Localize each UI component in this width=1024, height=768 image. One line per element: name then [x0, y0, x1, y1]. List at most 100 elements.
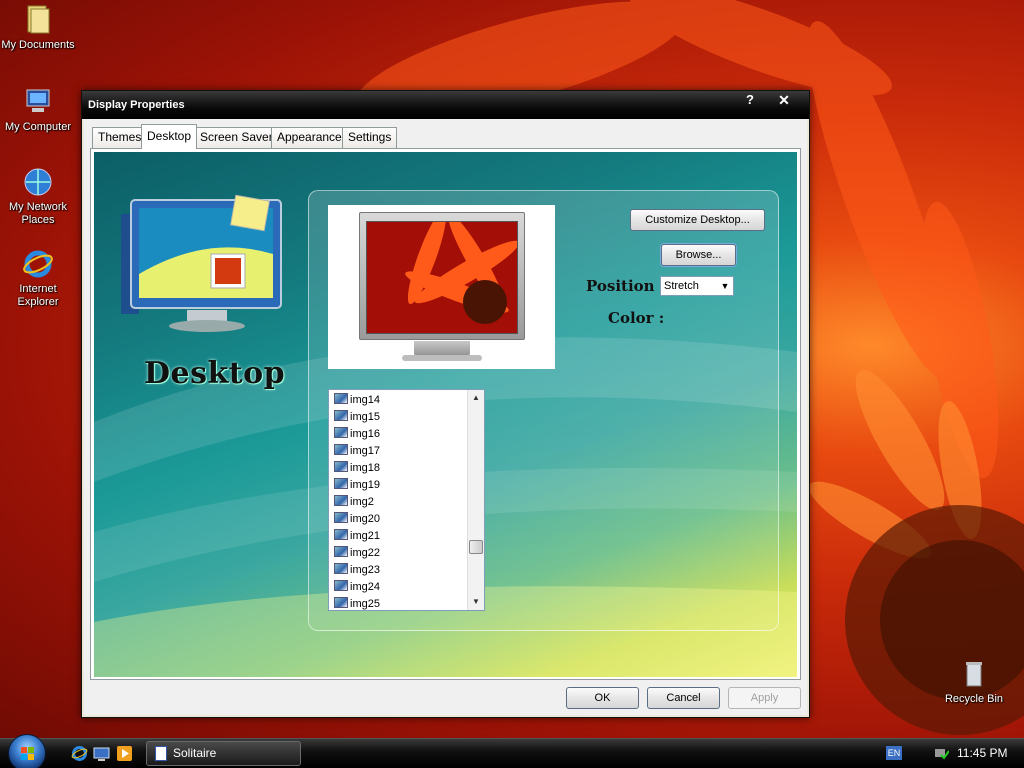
preview-monitor: [359, 212, 525, 340]
windows-logo-icon: [21, 747, 34, 760]
safely-remove-hardware-icon[interactable]: [933, 745, 950, 761]
language-indicator[interactable]: EN: [886, 746, 902, 760]
scroll-up-icon[interactable]: ▲: [468, 390, 484, 406]
dialog-title: Display Properties: [88, 99, 185, 111]
color-label: Color :: [608, 309, 665, 327]
dialog-body: Themes Desktop Screen Saver Appearance S…: [84, 119, 807, 715]
background-preview: [328, 205, 555, 369]
ie-quicklaunch-icon[interactable]: [71, 745, 88, 762]
background-list-item-label: img14: [350, 394, 380, 406]
image-thumbnail-icon: [334, 410, 348, 421]
background-list-item-label: img23: [350, 564, 380, 576]
help-button[interactable]: ?: [738, 93, 762, 109]
tab-screen-saver[interactable]: Screen Saver: [194, 127, 279, 148]
desktop-icon-label: My Network Places: [8, 201, 68, 226]
dialog-titlebar[interactable]: Display Properties ? ✕: [82, 91, 809, 119]
ok-button[interactable]: OK: [566, 687, 639, 709]
show-desktop-icon[interactable]: [93, 745, 110, 762]
desktop-icon-label: Recycle Bin: [944, 693, 1004, 705]
background-list-item[interactable]: img19: [329, 477, 468, 494]
solitaire-icon: [155, 746, 167, 761]
image-thumbnail-icon: [334, 495, 348, 506]
taskbar-item-solitaire[interactable]: Solitaire: [146, 741, 301, 766]
desktop-icon-internet-explorer[interactable]: Internet Explorer: [0, 248, 76, 309]
background-list-item[interactable]: img21: [329, 528, 468, 545]
customize-desktop-button[interactable]: Customize Desktop...: [630, 209, 765, 231]
background-list-item[interactable]: img24: [329, 579, 468, 596]
desktop-icon-label: My Computer: [4, 121, 72, 133]
background-list-item-label: img16: [350, 428, 380, 440]
background-list-item-label: img22: [350, 547, 380, 559]
desktop-icon-my-network-places[interactable]: My Network Places: [0, 166, 76, 227]
background-list-item-label: img17: [350, 445, 380, 457]
chevron-down-icon[interactable]: ▼: [717, 277, 733, 295]
desktop-tab-panel: Desktop Customize Desktop... Browse... P…: [90, 148, 801, 680]
background-list-item-label: img18: [350, 462, 380, 474]
ie-icon: [22, 248, 54, 280]
desktop-icon-recycle-bin[interactable]: Recycle Bin: [936, 658, 1012, 706]
image-thumbnail-icon: [334, 478, 348, 489]
close-button[interactable]: ✕: [772, 93, 796, 109]
tab-themes[interactable]: Themes: [92, 127, 148, 148]
background-list-item-label: img15: [350, 411, 380, 423]
media-player-icon[interactable]: [116, 745, 133, 762]
tab-settings[interactable]: Settings: [342, 127, 398, 148]
clock[interactable]: 11:45 PM: [957, 746, 1007, 760]
position-select-value: Stretch: [664, 280, 699, 292]
background-list-item[interactable]: img25: [329, 596, 468, 610]
position-select[interactable]: Stretch ▼: [660, 276, 734, 296]
browse-button[interactable]: Browse...: [661, 244, 736, 266]
background-list-item-label: img24: [350, 581, 380, 593]
desktop-tab-caption: Desktop: [144, 356, 286, 391]
network-icon: [22, 166, 54, 198]
tab-desktop[interactable]: Desktop: [141, 124, 198, 149]
image-thumbnail-icon: [334, 580, 348, 591]
background-list[interactable]: img14 img15 img16 img17 img18 img19 img2 img20 i…: [328, 389, 485, 611]
preview-stand-base: [402, 355, 482, 361]
background-list-item[interactable]: img14: [329, 392, 468, 409]
background-list-item[interactable]: img20: [329, 511, 468, 528]
background-list-item[interactable]: img22: [329, 545, 468, 562]
recycle-bin-icon: [958, 658, 990, 690]
start-button[interactable]: [8, 734, 46, 768]
background-list-item[interactable]: img2: [329, 494, 468, 511]
image-thumbnail-icon: [334, 393, 348, 404]
background-list-item[interactable]: img18: [329, 460, 468, 477]
background-list-items: img14 img15 img16 img17 img18 img19 img2 img20 i…: [329, 390, 468, 610]
image-thumbnail-icon: [334, 461, 348, 472]
background-list-item[interactable]: img17: [329, 443, 468, 460]
background-list-item-label: img21: [350, 530, 380, 542]
desktop-icon-my-computer[interactable]: My Computer: [0, 86, 76, 134]
preview-wallpaper-image: [366, 221, 518, 334]
scroll-thumb[interactable]: [469, 540, 483, 554]
background-list-item[interactable]: img16: [329, 426, 468, 443]
taskbar-item-label: Solitaire: [173, 746, 217, 760]
background-list-item-label: img2: [350, 496, 374, 508]
background-list-item-label: img25: [350, 598, 380, 610]
desktop-tab-background: Desktop Customize Desktop... Browse... P…: [94, 152, 797, 677]
monitor-illustration-icon: [117, 194, 287, 357]
background-list-item-label: img20: [350, 513, 380, 525]
background-list-scrollbar[interactable]: ▲ ▼: [467, 390, 484, 610]
apply-button[interactable]: Apply: [728, 687, 801, 709]
image-thumbnail-icon: [334, 444, 348, 455]
background-list-item[interactable]: img23: [329, 562, 468, 579]
image-thumbnail-icon: [334, 427, 348, 438]
image-thumbnail-icon: [334, 512, 348, 523]
computer-icon: [22, 86, 54, 118]
scroll-down-icon[interactable]: ▼: [468, 594, 484, 610]
desktop-icon-label: Internet Explorer: [17, 283, 59, 308]
background-list-item[interactable]: img15: [329, 409, 468, 426]
tab-appearance[interactable]: Appearance: [271, 127, 348, 148]
image-thumbnail-icon: [334, 597, 348, 608]
folder-icon: [22, 4, 54, 36]
image-thumbnail-icon: [334, 563, 348, 574]
desktop-icon-my-documents[interactable]: My Documents: [0, 4, 76, 52]
taskbar: Solitaire EN 11:45 PM: [0, 734, 1024, 768]
position-label: Position :: [586, 277, 666, 295]
cancel-button[interactable]: Cancel: [647, 687, 720, 709]
display-properties-dialog: Display Properties ? ✕ Themes Desktop Sc…: [81, 90, 810, 718]
desktop-icon-label: My Documents: [1, 39, 75, 51]
image-thumbnail-icon: [334, 529, 348, 540]
background-list-item-label: img19: [350, 479, 380, 491]
